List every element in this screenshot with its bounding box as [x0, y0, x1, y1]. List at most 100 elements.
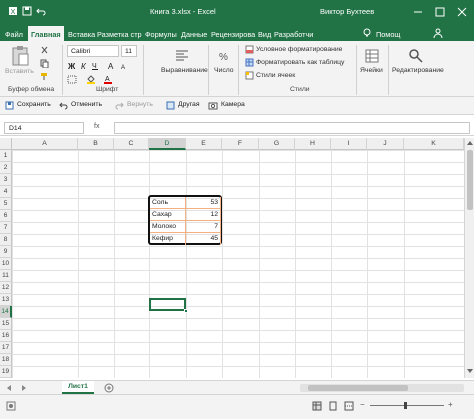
format-as-table-button[interactable]: Форматировать как таблицу: [256, 59, 344, 66]
row-header[interactable]: 14: [0, 306, 12, 318]
row-header[interactable]: 15: [0, 318, 12, 330]
undo-icon[interactable]: [59, 101, 68, 110]
conditional-formatting-button[interactable]: Условное форматирование: [256, 46, 342, 53]
tab-developer[interactable]: Разработчи: [271, 26, 316, 41]
row-header[interactable]: 7: [0, 222, 12, 234]
macro-record-icon[interactable]: [6, 401, 16, 411]
tab-formulas[interactable]: Формулы: [142, 26, 180, 41]
conditional-format-icon[interactable]: [245, 45, 254, 54]
table-cell[interactable]: 12: [186, 209, 221, 221]
page-break-view-icon[interactable]: [344, 401, 354, 411]
fx-icon[interactable]: fx: [94, 123, 99, 130]
table-cell[interactable]: Соль: [150, 197, 186, 209]
shrink-font-icon[interactable]: A: [120, 61, 129, 70]
row-header[interactable]: 6: [0, 210, 12, 222]
row-header[interactable]: 12: [0, 282, 12, 294]
redo-button[interactable]: Вернуть: [127, 101, 153, 108]
minimize-icon[interactable]: [412, 6, 424, 18]
table-cell[interactable]: Молоко: [150, 221, 186, 233]
row-header[interactable]: 5: [0, 198, 12, 210]
sheet-prev-icon[interactable]: [6, 384, 13, 392]
zoom-out-button[interactable]: −: [360, 400, 365, 409]
row-header[interactable]: 16: [0, 330, 12, 342]
paste-label[interactable]: Вставить: [5, 68, 34, 75]
tab-review[interactable]: Рецензирова: [208, 26, 258, 41]
bold-icon[interactable]: Ж: [67, 61, 76, 70]
tab-file[interactable]: Файл: [2, 26, 26, 41]
column-header[interactable]: B: [78, 138, 114, 150]
share-icon[interactable]: [432, 27, 444, 39]
column-header[interactable]: E: [186, 138, 222, 150]
save-icon[interactable]: [5, 101, 14, 110]
add-sheet-icon[interactable]: [104, 383, 114, 393]
vertical-scrollbar[interactable]: [464, 138, 474, 378]
editing-button[interactable]: Редактирование: [392, 67, 444, 74]
sheet-next-icon[interactable]: [20, 384, 27, 392]
tab-data[interactable]: Данные: [178, 26, 210, 41]
other-button[interactable]: Другая: [178, 101, 200, 108]
tab-home[interactable]: Главная: [28, 26, 64, 41]
lightbulb-icon[interactable]: [362, 28, 372, 38]
alignment-icon[interactable]: [174, 48, 190, 64]
table-cell[interactable]: Кефир: [150, 233, 186, 245]
user-name[interactable]: Виктор Бухтеев: [320, 7, 374, 16]
save-icon[interactable]: [22, 6, 32, 16]
row-header[interactable]: 1: [0, 150, 12, 162]
paste-icon[interactable]: [10, 45, 30, 67]
select-all-corner[interactable]: [0, 138, 12, 150]
tab-help[interactable]: Помощ: [373, 26, 403, 41]
number-button[interactable]: Число: [214, 67, 234, 74]
active-cell[interactable]: [149, 298, 188, 313]
search-icon[interactable]: [408, 48, 424, 64]
table-cell[interactable]: 7: [186, 221, 221, 233]
maximize-icon[interactable]: [434, 6, 446, 18]
cell-styles-button[interactable]: Стили ячеек: [256, 72, 295, 79]
row-header[interactable]: 4: [0, 186, 12, 198]
fill-color-icon[interactable]: [86, 74, 96, 84]
scrollbar-thumb[interactable]: [467, 150, 473, 210]
camera-icon[interactable]: [208, 101, 218, 110]
copy-icon[interactable]: [40, 59, 49, 68]
normal-view-icon[interactable]: [312, 401, 322, 411]
format-painter-icon[interactable]: [40, 72, 49, 81]
undo-button[interactable]: Отменить: [71, 101, 102, 108]
name-box[interactable]: D14: [4, 122, 84, 134]
column-header[interactable]: I: [331, 138, 367, 150]
alignment-button[interactable]: Выравнивание: [161, 67, 208, 74]
column-header[interactable]: K: [404, 138, 464, 150]
column-header[interactable]: A: [12, 138, 78, 150]
scrollbar-thumb[interactable]: [308, 385, 408, 391]
borders-icon[interactable]: [67, 75, 79, 84]
italic-icon[interactable]: К: [79, 61, 88, 70]
table-cell[interactable]: 53: [186, 197, 221, 209]
font-size-select[interactable]: 11: [121, 45, 137, 57]
table-cell[interactable]: Сахар: [150, 209, 186, 221]
column-header[interactable]: J: [367, 138, 404, 150]
cell-styles-icon[interactable]: [245, 71, 254, 80]
sheet-tab[interactable]: Лист1: [62, 381, 94, 394]
cut-icon[interactable]: [40, 46, 49, 55]
column-header[interactable]: F: [222, 138, 259, 150]
row-header[interactable]: 11: [0, 270, 12, 282]
scroll-up-icon[interactable]: [466, 140, 474, 146]
tab-page-layout[interactable]: Разметка стр: [94, 26, 145, 41]
page-layout-view-icon[interactable]: [328, 401, 338, 411]
format-table-icon[interactable]: [245, 58, 254, 67]
other-icon[interactable]: [166, 101, 175, 110]
redo-icon[interactable]: [115, 101, 124, 110]
scroll-down-icon[interactable]: [466, 368, 474, 374]
cells-icon[interactable]: [364, 48, 380, 64]
font-color-icon[interactable]: A: [103, 74, 113, 84]
column-header[interactable]: C: [114, 138, 149, 150]
row-header[interactable]: 3: [0, 174, 12, 186]
row-header[interactable]: 8: [0, 234, 12, 246]
column-header[interactable]: D: [149, 138, 186, 150]
underline-icon[interactable]: Ч: [91, 61, 100, 70]
formula-input[interactable]: [114, 122, 470, 134]
grow-font-icon[interactable]: A: [108, 61, 117, 70]
camera-button[interactable]: Камера: [221, 101, 245, 108]
column-header[interactable]: G: [259, 138, 295, 150]
zoom-slider[interactable]: [370, 405, 444, 406]
row-header[interactable]: 9: [0, 246, 12, 258]
number-format-icon[interactable]: %: [218, 48, 234, 64]
